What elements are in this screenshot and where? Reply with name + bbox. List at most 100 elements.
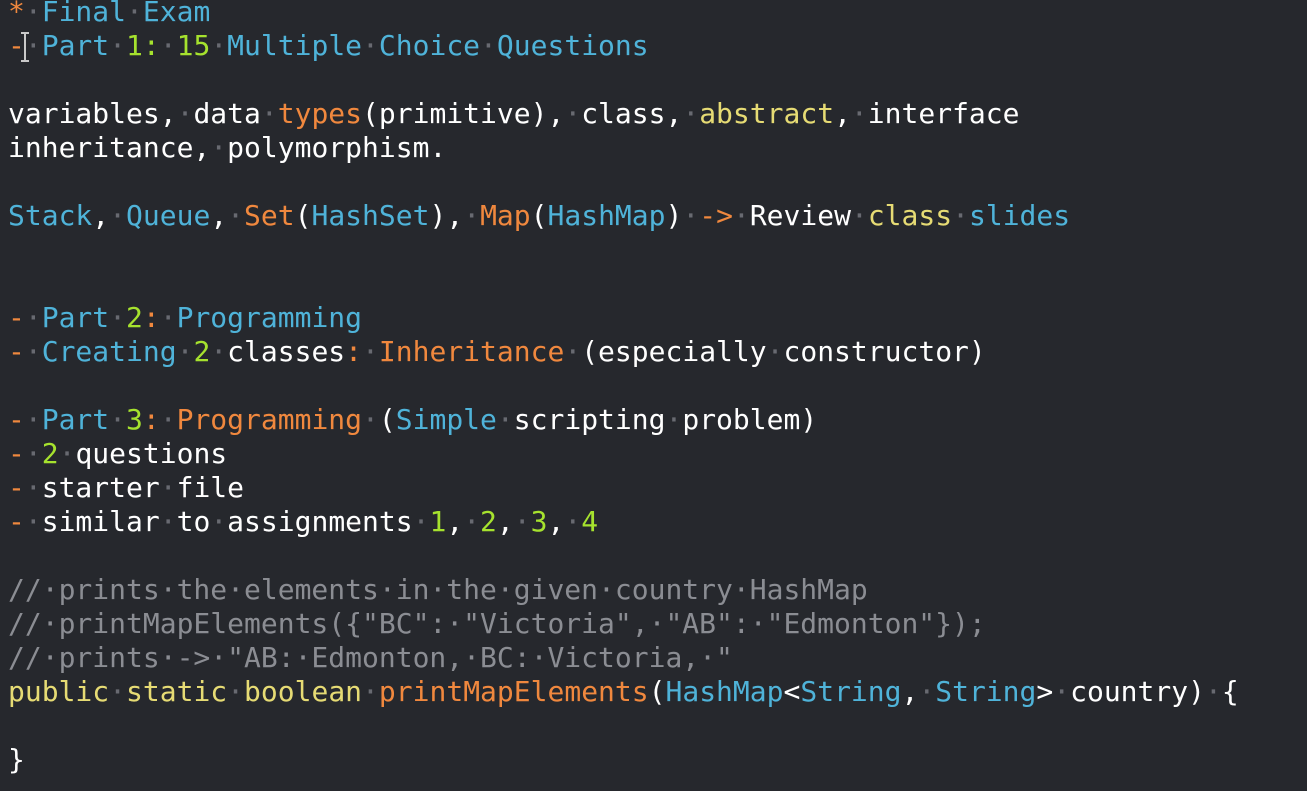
code-token: Set (244, 199, 295, 232)
code-token: - (8, 301, 25, 334)
whitespace-marker: · (24, 403, 42, 436)
code-token: ( (530, 199, 548, 232)
whitespace-marker: · (918, 675, 936, 708)
code-token: Creating (41, 335, 177, 368)
code-token: String (800, 675, 902, 708)
code-line[interactable]: -·starter·file (8, 471, 244, 505)
code-token: Map (480, 199, 531, 232)
code-token: Part (41, 403, 110, 436)
whitespace-marker: · (682, 97, 700, 130)
code-token: problem) (682, 403, 818, 436)
whitespace-marker: · (109, 199, 127, 232)
code-token: constructor) (783, 335, 986, 368)
code-token: abstract (699, 97, 835, 130)
code-token: - (8, 437, 25, 470)
code-line[interactable]: -·similar·to·assignments·1,·2,·3,·4 (8, 505, 598, 539)
whitespace-marker: · (1053, 675, 1071, 708)
code-token: 4 (581, 505, 599, 538)
code-line[interactable]: -·Part·3:·Programming·(Simple·scripting·… (8, 403, 817, 437)
code-token: * (8, 0, 25, 28)
code-token: Inheritance (378, 335, 565, 368)
code-token: , (92, 199, 110, 232)
code-token: 3 (530, 505, 548, 538)
code-token: 1: (126, 29, 160, 62)
code-token: (especially (581, 335, 767, 368)
code-token: 15 (176, 29, 211, 62)
code-line[interactable]: -·Part·2:·Programming (8, 301, 362, 335)
whitespace-marker: · (210, 29, 228, 62)
code-token: inheritance, (8, 131, 211, 164)
code-line[interactable]: -·2·questions (8, 437, 227, 471)
whitespace-marker: · (159, 471, 177, 504)
code-token: -> (699, 199, 733, 232)
code-token: , (210, 199, 228, 232)
code-line[interactable]: Stack,·Queue,·Set(HashSet),·Map(HashMap)… (8, 199, 1070, 233)
whitespace-marker: · (362, 29, 379, 62)
whitespace-marker: · (24, 505, 42, 538)
code-token: 2 (41, 437, 59, 470)
code-token: , (834, 97, 851, 130)
code-line[interactable]: //·printMapElements({"BC":·"Victoria",·"… (8, 607, 986, 641)
whitespace-marker: · (227, 199, 245, 232)
whitespace-marker: · (24, 301, 42, 334)
whitespace-marker: · (564, 505, 582, 538)
whitespace-marker: · (176, 335, 194, 368)
code-token: - (8, 471, 25, 504)
code-token: printMapElements (378, 675, 649, 708)
code-token: Questions (496, 29, 649, 62)
code-token: ( (648, 675, 666, 708)
code-token: 2 (193, 335, 211, 368)
code-token: similar (41, 505, 160, 538)
code-token: < (783, 675, 801, 708)
code-token: Simple (395, 403, 497, 436)
code-token: > (1036, 675, 1054, 708)
code-line[interactable]: } (8, 743, 25, 777)
whitespace-marker: · (952, 199, 969, 232)
whitespace-marker: · (126, 0, 143, 28)
whitespace-marker: · (24, 335, 42, 368)
code-line[interactable]: //·prints·the·elements·in·the·given·coun… (8, 573, 868, 607)
whitespace-marker: · (682, 199, 700, 232)
whitespace-marker: · (850, 199, 868, 232)
code-token: classes (227, 335, 346, 368)
code-token: , (901, 675, 919, 708)
code-token: polymorphism. (227, 131, 447, 164)
code-token: Multiple (227, 29, 363, 62)
code-token: ( (294, 199, 312, 232)
code-token: class (867, 199, 953, 232)
code-editor[interactable]: *·Final·Exam -·Part·1:·15·Multiple·Choice… (0, 0, 1307, 791)
whitespace-marker: · (109, 675, 127, 708)
code-token: (primitive), (362, 97, 565, 130)
code-line[interactable]: -·Creating·2·classes:·Inheritance·(espec… (8, 335, 986, 369)
code-line[interactable]: -·Part·1:·15·Multiple·Choice·Questions (8, 29, 649, 63)
whitespace-marker: · (159, 403, 177, 436)
code-token: to (176, 505, 211, 538)
whitespace-marker: · (496, 403, 514, 436)
code-token: - (8, 403, 25, 436)
whitespace-marker: · (109, 403, 127, 436)
code-line[interactable]: *·Final·Exam (8, 0, 210, 29)
code-token: ), (429, 199, 464, 232)
whitespace-marker: · (850, 97, 868, 130)
code-line[interactable]: public·static·boolean·printMapElements(H… (8, 675, 1239, 709)
whitespace-marker: · (463, 199, 481, 232)
code-token: 2 (480, 505, 497, 538)
code-token: - (8, 335, 25, 368)
code-token: 1 (429, 505, 447, 538)
code-token: starter (41, 471, 160, 504)
whitespace-marker: · (665, 403, 683, 436)
whitespace-marker: · (109, 301, 127, 334)
code-token: file (176, 471, 245, 504)
code-token: static (126, 675, 228, 708)
whitespace-marker: · (766, 335, 784, 368)
whitespace-marker: · (210, 505, 228, 538)
whitespace-marker: · (58, 437, 76, 470)
code-line[interactable]: inheritance,·polymorphism. (8, 131, 446, 165)
code-line[interactable]: variables,·data·types(primitive),·class,… (8, 97, 1020, 131)
whitespace-marker: · (24, 471, 42, 504)
code-token: class, (581, 97, 683, 130)
code-token: variables, (8, 97, 177, 130)
whitespace-marker: · (362, 335, 379, 368)
code-line[interactable]: //·prints·->·"AB:·Edmonton,·BC:·Victoria… (8, 641, 733, 675)
code-token: Programming (176, 403, 363, 436)
